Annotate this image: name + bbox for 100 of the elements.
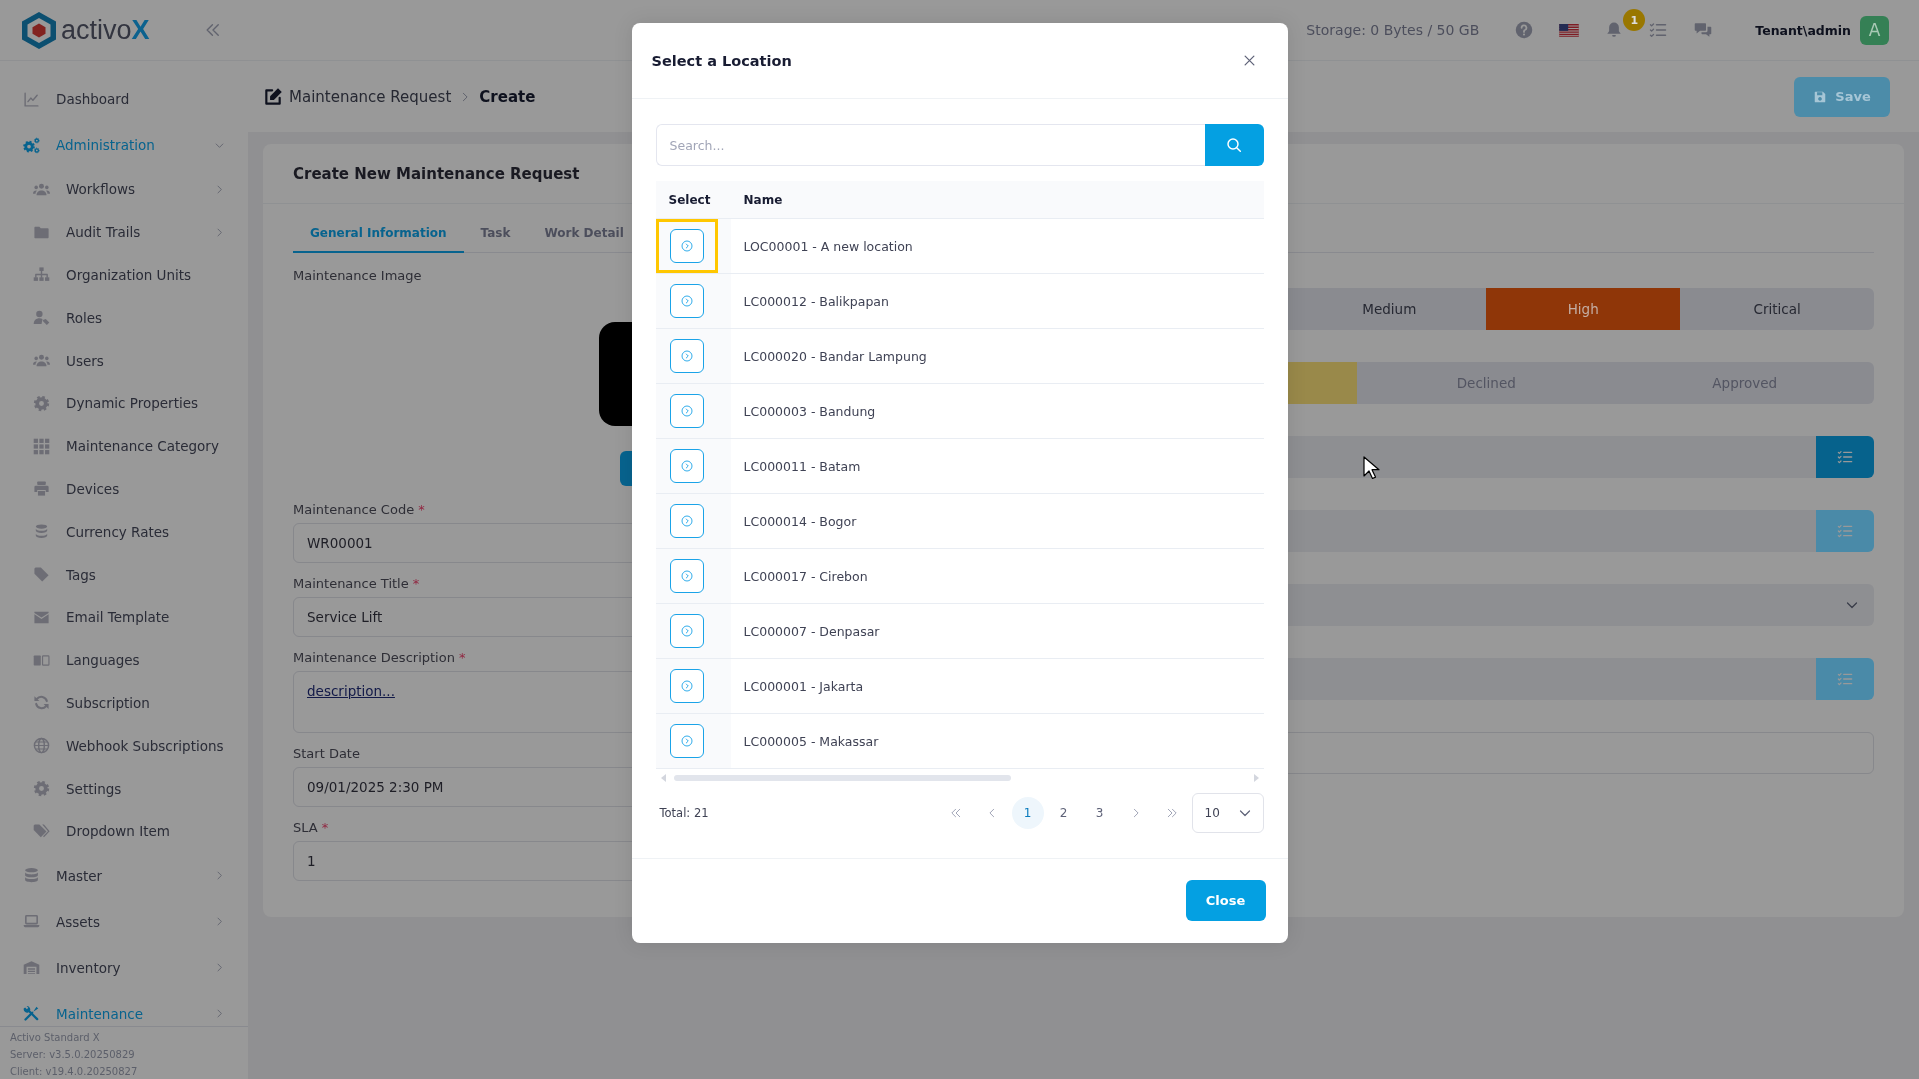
checklist-icon [1837,671,1853,687]
select-button[interactable] [669,394,704,428]
gears-icon [23,136,40,154]
menu-item[interactable]: Roles [0,296,248,340]
segment-option[interactable]: High [1486,288,1681,330]
tab[interactable]: Task [463,215,528,253]
tags-icon [33,822,50,840]
menu-item[interactable]: Organization Units [0,253,248,297]
menu-item[interactable]: Assets [0,898,248,945]
menu-item[interactable]: Workflows [0,168,248,211]
page-size-select[interactable]: 10 [1191,793,1264,833]
field-label: Maintenance Image [293,267,422,285]
menu-item[interactable]: Devices [0,467,248,511]
menu-item[interactable]: Settings [0,767,248,810]
menu-item[interactable]: Languages [0,638,248,682]
close-button[interactable]: Close [1185,880,1266,921]
page-button[interactable]: 2 [1047,797,1080,829]
select-button[interactable] [669,559,704,593]
chat-icon[interactable] [1693,21,1714,39]
table-cell-text: LOC00001 - A new location [742,237,914,256]
select-button[interactable] [669,614,704,648]
avatar[interactable]: A [1860,15,1889,45]
gear-icon [33,780,50,798]
table-cell-text: LC000011 - Batam [742,457,862,476]
page-button[interactable]: 1 [1011,797,1044,829]
menu-item[interactable]: Dynamic Properties [0,382,248,425]
chevron-down-icon [1238,807,1251,819]
database-icon [23,867,40,885]
menu-item[interactable]: Inventory [0,944,248,991]
help-icon[interactable] [1515,21,1534,39]
select-button[interactable] [669,449,704,483]
sitemap-icon [33,266,50,284]
logo-text: activoX [61,16,150,44]
menu-item[interactable]: Users [0,339,248,382]
select-button[interactable] [669,724,704,758]
circle-chevron-icon [680,735,693,747]
menu-item[interactable]: Dashboard [0,76,248,122]
search-icon [1226,137,1242,153]
version-text: Client: v19.4.0.20250827 [10,1065,138,1079]
menu-item[interactable]: Subscription [0,681,248,725]
table-cell-text: LC000012 - Balikpapan [742,292,890,311]
chevron-down-icon [1846,599,1858,611]
breadcrumb-link[interactable]: Maintenance Request [289,87,452,106]
refresh-icon [33,694,50,712]
gear-icon [33,394,50,412]
field-label: Maintenance Title * [293,575,420,593]
modal-title: Select a Location [651,52,792,69]
circle-chevron-icon [680,350,693,362]
search-button[interactable] [1204,124,1264,166]
menu-item[interactable]: Maintenance Category [0,424,248,468]
menu-item[interactable]: Email Template [0,595,248,639]
select-button[interactable] [669,229,704,263]
list-button[interactable] [1816,436,1874,478]
tab[interactable]: Work Detail [527,215,626,253]
total-count: Total: 21 [659,806,709,820]
menu-item[interactable]: Master [0,852,248,899]
menu-item[interactable]: Audit Trails [0,210,248,254]
line-chart-icon [23,90,40,108]
hexagon-logo-icon [22,11,56,49]
table-cell-text: LC000001 - Jakarta [742,677,865,696]
select-button[interactable] [669,504,704,538]
circle-chevron-icon [680,515,693,527]
checklist-icon[interactable] [1649,21,1668,39]
double-chevron-right-icon [1166,808,1177,818]
menu-item[interactable]: Dropdown Item [0,809,248,853]
table-cell-text: LC000014 - Bogor [742,512,858,531]
checklist-icon [1837,523,1853,539]
menu-item[interactable]: Tags [0,553,248,596]
version-text: Activo Standard X [10,1031,100,1045]
card-title: Create New Maintenance Request [293,164,580,183]
select-button[interactable] [669,284,704,318]
printer-icon [33,480,50,498]
user-tag-icon [33,309,50,327]
circle-chevron-icon [680,625,693,637]
select-button[interactable] [669,339,704,373]
save-icon [1813,89,1828,104]
search-field[interactable]: Search... [655,124,1205,166]
table-cell-text: LC000007 - Denpasar [742,622,881,641]
menu-item[interactable]: Webhook Subscriptions [0,724,248,768]
circle-chevron-icon [680,295,693,307]
warehouse-icon [23,959,40,977]
segment-option[interactable]: Medium [1292,288,1487,330]
cursor-icon [1363,456,1380,480]
breadcrumb-current: Create [479,87,536,106]
user-name[interactable]: Tenant\admin [1755,22,1851,38]
notification-badge: 1 [1623,9,1646,31]
menu-item[interactable]: Currency Rates [0,510,248,554]
version-text: Server: v3.5.0.20250829 [10,1048,135,1062]
coins-icon [33,523,50,541]
flag-icon[interactable] [1559,23,1580,37]
circle-chevron-icon [680,240,693,252]
circle-chevron-icon [680,680,693,692]
segment-option[interactable]: Critical [1680,288,1874,330]
close-icon [1242,53,1257,68]
bell-icon[interactable] [1605,21,1624,39]
collapse-sidebar-button[interactable] [206,23,220,37]
storage-text: Storage: 0 Bytes / 50 GB [1306,22,1480,38]
page-button[interactable]: 3 [1083,797,1116,829]
circle-chevron-icon [680,570,693,582]
select-button[interactable] [669,669,704,703]
